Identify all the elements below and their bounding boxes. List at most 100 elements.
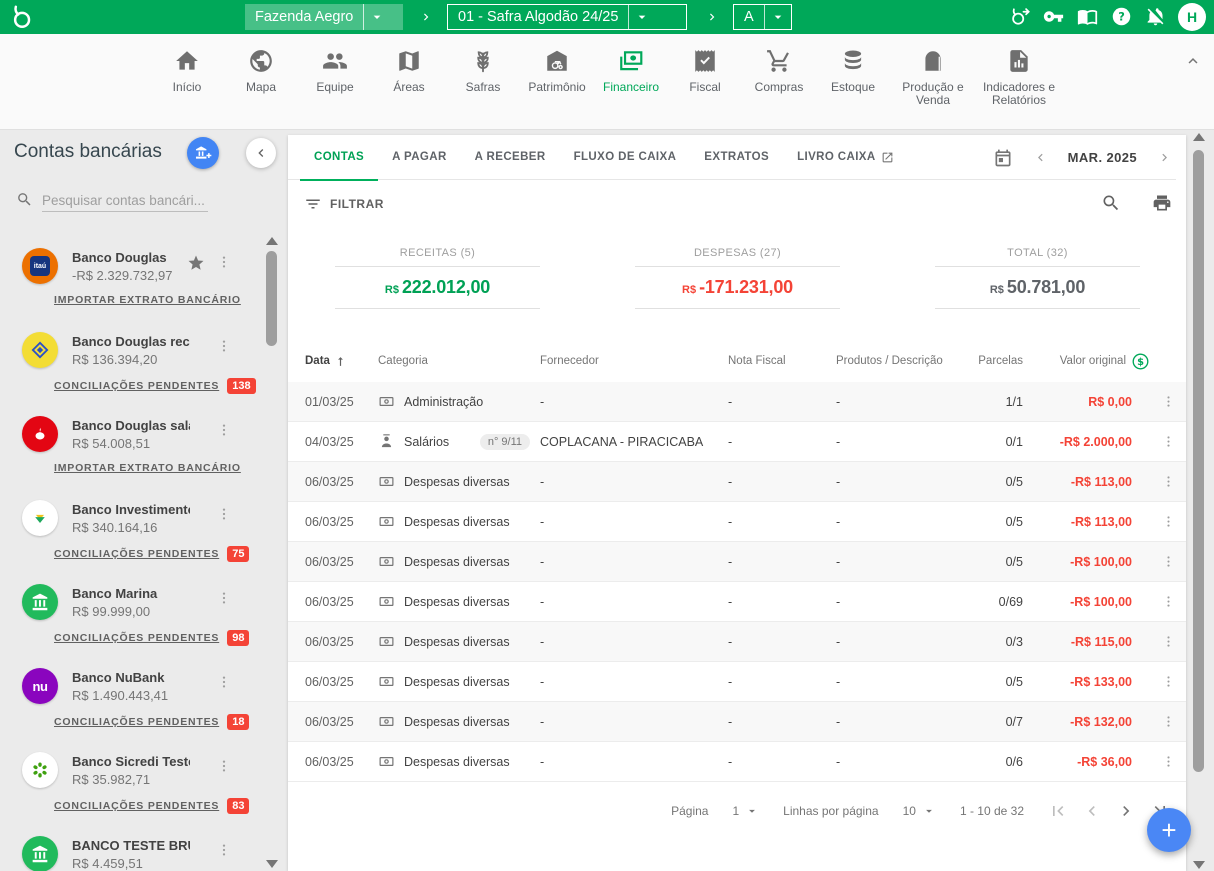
account-action-link[interactable]: CONCILIAÇÕES PENDENTES [54,632,219,644]
search-input[interactable] [42,190,208,212]
kebab-menu-icon[interactable] [216,841,232,859]
nav-item-mapa[interactable]: Mapa [224,48,298,94]
account-action-link[interactable]: CONCILIAÇÕES PENDENTES [54,716,219,728]
bank-account-banco-douglas[interactable]: itaú Banco Douglas -R$ 2.329.732,97 IMPO… [0,242,285,326]
scroll-up-arrow[interactable] [266,237,278,245]
tab-livro-caixa[interactable]: LIVRO CAIXA [783,135,908,180]
kebab-menu-icon[interactable] [216,337,232,355]
account-action-link[interactable]: CONCILIAÇÕES PENDENTES [54,380,219,392]
search-table-icon[interactable] [1101,193,1121,213]
nav-item-patrimonio[interactable]: Patrimônio [520,48,594,94]
bank-account-banco-douglas-salario-ti[interactable]: Banco Douglas salário Ti... R$ 54.008,51… [0,410,285,494]
nav-item-areas[interactable]: Áreas [372,48,446,94]
add-bank-account-button[interactable] [187,137,219,169]
help-icon[interactable]: ? [1111,6,1132,27]
kebab-menu-icon[interactable] [1161,553,1176,570]
bank-account-banco-marina[interactable]: Banco Marina R$ 99.999,00 CONCILIAÇÕES P… [0,578,285,662]
kebab-menu-icon[interactable] [216,757,232,775]
collapse-nav-icon[interactable] [1184,52,1202,70]
key-icon[interactable] [1043,6,1064,27]
nav-item-producao-e-venda[interactable]: Produção e Venda [890,48,976,107]
transaction-row[interactable]: 06/03/25 Despesas diversas - - - 0/3 -R$… [288,622,1186,662]
previous-page-icon[interactable] [1082,801,1102,821]
kebab-menu-icon[interactable] [1161,473,1176,490]
kebab-menu-icon[interactable] [216,253,232,271]
kebab-menu-icon[interactable] [1161,433,1176,450]
nav-item-equipe[interactable]: Equipe [298,48,372,94]
collapse-sidebar-button[interactable] [246,138,276,168]
account-action-link[interactable]: IMPORTAR EXTRATO BANCÁRIO [54,294,241,306]
star-icon[interactable] [187,254,205,272]
aegro-switch-icon[interactable] [1009,6,1030,27]
transaction-row[interactable]: 06/03/25 Despesas diversas - - - 0/5 -R$… [288,502,1186,542]
account-action-link[interactable]: CONCILIAÇÕES PENDENTES [54,800,219,812]
kebab-menu-icon[interactable] [216,421,232,439]
transaction-row[interactable]: 06/03/25 Despesas diversas - - - 0/7 -R$… [288,702,1186,742]
farm-selector[interactable]: Fazenda Aegro [245,4,403,30]
bank-account-banco-douglas-recebime[interactable]: Banco Douglas recebime... R$ 136.394,20 … [0,326,285,410]
kebab-menu-icon[interactable] [1161,713,1176,730]
nav-item-compras[interactable]: Compras [742,48,816,94]
add-transaction-fab[interactable]: + [1147,808,1191,852]
kebab-menu-icon[interactable] [1161,753,1176,770]
nav-item-estoque[interactable]: Estoque [816,48,890,94]
filter-button[interactable]: FILTRAR [304,195,384,213]
caret-down-icon[interactable] [765,9,791,25]
book-icon[interactable] [1077,6,1098,27]
nav-item-financeiro[interactable]: Financeiro [594,48,668,94]
transaction-row[interactable]: 06/03/25 Despesas diversas - - - 0/5 -R$… [288,662,1186,702]
transaction-row[interactable]: 01/03/25 Administração - - - 1/1 R$ 0,00 [288,382,1186,422]
aegro-logo-icon[interactable] [8,4,34,30]
nav-item-indicadores-e-relatorios[interactable]: Indicadores e Relatórios [976,48,1062,107]
transaction-row[interactable]: 06/03/25 Despesas diversas - - - 0/6 -R$… [288,742,1186,782]
page-scrollbar[interactable] [1191,133,1206,871]
kebab-menu-icon[interactable] [1161,593,1176,610]
scroll-down-arrow[interactable] [1193,861,1205,869]
chevron-left-icon[interactable] [1033,150,1048,165]
tab-fluxo-de-caixa[interactable]: FLUXO DE CAIXA [560,135,691,180]
bank-account-banco-teste-bruna[interactable]: BANCO TESTE BRUNA R$ 4.459,51 [0,830,285,871]
calendar-icon[interactable] [993,148,1013,168]
bank-account-banco-sicredi-teste[interactable]: Banco Sicredi Teste R$ 35.982,71 CONCILI… [0,746,285,830]
first-page-icon[interactable] [1048,801,1068,821]
harvest-selector[interactable]: 01 - Safra Algodão 24/25 [447,4,687,30]
bank-account-banco-nubank[interactable]: nu Banco NuBank R$ 1.490.443,41 CONCILIA… [0,662,285,746]
user-avatar[interactable]: H [1178,3,1206,31]
caret-down-icon[interactable] [364,9,390,25]
transaction-row[interactable]: 06/03/25 Despesas diversas - - - 0/5 -R$… [288,542,1186,582]
transaction-row[interactable]: 06/03/25 Despesas diversas - - - 0/69 -R… [288,582,1186,622]
kebab-menu-icon[interactable] [1161,393,1176,410]
nav-item-fiscal[interactable]: Fiscal [668,48,742,94]
account-action-link[interactable]: CONCILIAÇÕES PENDENTES [54,548,219,560]
notifications-off-icon[interactable] [1145,6,1166,27]
kebab-menu-icon[interactable] [216,505,232,523]
account-action-link[interactable]: IMPORTAR EXTRATO BANCÁRIO [54,462,241,474]
mini-selector[interactable]: A [733,4,792,30]
nav-item-inicio[interactable]: Início [150,48,224,94]
nav-item-safras[interactable]: Safras [446,48,520,94]
scrollbar-thumb[interactable] [1193,150,1204,772]
kebab-menu-icon[interactable] [1161,673,1176,690]
column-header-data[interactable]: Data [305,355,378,368]
print-icon[interactable] [1152,193,1172,213]
transaction-row[interactable]: 04/03/25 Salários n° 9/11 COPLACANA - PI… [288,422,1186,462]
kebab-menu-icon[interactable] [216,589,232,607]
kebab-menu-icon[interactable] [1161,513,1176,530]
page-select[interactable]: 1 [732,804,759,818]
scrollbar-thumb[interactable] [266,251,277,346]
kebab-menu-icon[interactable] [216,673,232,691]
next-page-icon[interactable] [1116,801,1136,821]
sidebar-scrollbar[interactable] [265,237,279,868]
transaction-row[interactable]: 06/03/25 Despesas diversas - - - 0/5 -R$… [288,462,1186,502]
scroll-up-arrow[interactable] [1193,133,1205,141]
tab-extratos[interactable]: EXTRATOS [690,135,783,180]
tab-a-pagar[interactable]: A PAGAR [378,135,461,180]
bank-account-banco-investimentos[interactable]: Banco Investimentos R$ 340.164,16 CONCIL… [0,494,285,578]
tab-a-receber[interactable]: A RECEBER [461,135,560,180]
scroll-down-arrow[interactable] [266,860,278,868]
rows-per-page-select[interactable]: 10 [903,804,936,818]
caret-down-icon[interactable] [629,9,655,25]
kebab-menu-icon[interactable] [1161,633,1176,650]
chevron-right-icon[interactable] [1157,150,1172,165]
tab-contas[interactable]: CONTAS [300,135,378,180]
